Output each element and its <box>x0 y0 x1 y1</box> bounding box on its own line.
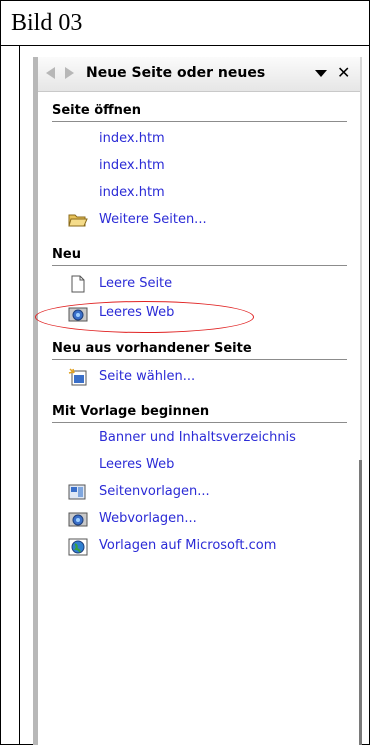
recent-file-2[interactable]: index.htm <box>99 158 165 173</box>
pane-title: Neue Seite oder neues <box>86 65 266 81</box>
web-templates-icon <box>68 512 88 527</box>
open-folder-icon <box>68 214 88 227</box>
figure-caption: Bild 03 <box>0 0 370 46</box>
pane-scrollbar-edge[interactable] <box>359 460 362 745</box>
template-blank-web-link[interactable]: Leeres Web <box>99 457 174 472</box>
web-templates-link[interactable]: Webvorlagen... <box>99 511 197 526</box>
office-online-templates-link[interactable]: Vorlagen auf Microsoft.com <box>99 538 276 553</box>
section-heading-new: Neu <box>52 247 81 262</box>
section-heading-template: Mit Vorlage beginnen <box>52 404 210 419</box>
pane-left-border <box>33 57 38 745</box>
page-templates-link[interactable]: Seitenvorlagen... <box>99 484 210 499</box>
section-heading-from-existing: Neu aus vorhandener Seite <box>52 341 252 356</box>
section-rule <box>52 422 347 423</box>
caption-text: Bild 03 <box>11 10 83 36</box>
recent-file-3[interactable]: index.htm <box>99 185 165 200</box>
back-arrow-icon[interactable] <box>46 67 55 79</box>
pane-titlebar: Neue Seite oder neues ✕ <box>38 57 360 92</box>
task-pane <box>33 57 361 745</box>
choose-page-icon <box>68 368 87 386</box>
globe-icon <box>68 538 88 556</box>
blank-page-link[interactable]: Leere Seite <box>99 276 172 291</box>
blank-page-icon <box>71 275 85 293</box>
page-templates-icon <box>68 484 86 500</box>
more-pages-link[interactable]: Weitere Seiten... <box>99 212 207 227</box>
highlight-ellipse <box>35 301 254 333</box>
forward-arrow-icon[interactable] <box>65 67 74 79</box>
section-rule <box>52 359 347 360</box>
dropdown-icon[interactable] <box>315 70 327 77</box>
section-heading-open: Seite öffnen <box>52 103 141 118</box>
section-rule <box>52 265 347 266</box>
close-icon[interactable]: ✕ <box>337 63 350 82</box>
recent-file-1[interactable]: index.htm <box>99 131 165 146</box>
banner-toc-link[interactable]: Banner und Inhaltsverzeichnis <box>99 430 296 445</box>
section-rule <box>52 121 347 122</box>
left-divider <box>19 46 20 745</box>
choose-page-link[interactable]: Seite wählen... <box>99 369 195 384</box>
